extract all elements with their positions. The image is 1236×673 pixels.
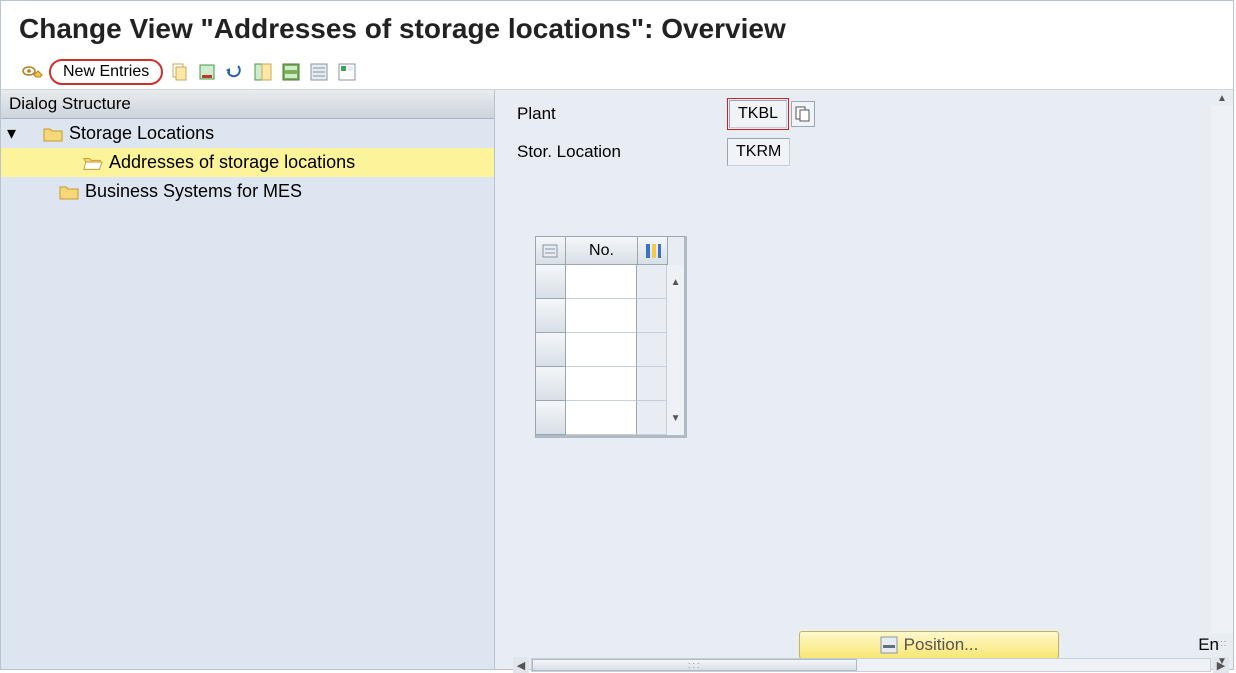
cell-no[interactable] (566, 333, 637, 367)
table-row: ▲ (536, 265, 684, 299)
v-scroll-track[interactable] (1211, 106, 1233, 633)
table-row (536, 367, 684, 401)
toggle-display-change-icon[interactable] (21, 60, 45, 84)
select-all-icon[interactable] (251, 60, 275, 84)
field-label-stor-location: Stor. Location (517, 142, 727, 162)
row-selector[interactable] (536, 333, 566, 367)
tree-node-business-systems-for-mes[interactable]: Business Systems for MES (1, 177, 494, 206)
cell-no[interactable] (566, 401, 637, 435)
dialog-structure-header: Dialog Structure (1, 90, 494, 119)
row-selector[interactable] (536, 299, 566, 333)
table-row (536, 299, 684, 333)
scroll-down-icon[interactable]: ▼ (668, 410, 684, 426)
search-help-icon[interactable] (791, 101, 815, 127)
dialog-structure-tree: ▾ Storage Locations Addresses of storage… (1, 119, 494, 669)
grid-column-no[interactable]: No. (566, 237, 638, 265)
new-entries-button[interactable]: New Entries (55, 61, 157, 83)
cell-no[interactable] (566, 367, 637, 401)
new-entries-highlight: New Entries (49, 59, 163, 85)
tree-label: Storage Locations (69, 123, 214, 144)
tree-label: Business Systems for MES (85, 181, 302, 202)
deselect-all-icon[interactable] (307, 60, 331, 84)
bottom-toolbar: Position... En (513, 631, 1229, 659)
page-title: Change View "Addresses of storage locati… (1, 1, 1233, 55)
h-scroll-track[interactable]: ::: (531, 658, 1211, 672)
field-row-plant: Plant TKBL (517, 98, 1233, 130)
position-label: Position... (904, 635, 979, 655)
dialog-structure-panel: Dialog Structure ▾ Storage Locations Add… (1, 90, 495, 669)
scroll-left-icon[interactable]: ◀ (513, 657, 529, 673)
tree-node-addresses-of-storage-locations[interactable]: Addresses of storage locations (1, 148, 494, 177)
copy-as-icon[interactable] (167, 60, 191, 84)
grid-select-all-header[interactable] (536, 237, 566, 265)
tree-node-storage-locations[interactable]: ▾ Storage Locations (1, 119, 494, 148)
plant-value-highlight: TKBL (727, 98, 789, 130)
folder-icon (43, 126, 63, 142)
field-row-stor-location: Stor. Location TKRM (517, 138, 1233, 166)
row-selector[interactable] (536, 367, 566, 401)
stor-location-input[interactable]: TKRM (727, 138, 790, 166)
v-scroll-grip[interactable]: ::: (1211, 633, 1233, 653)
cell-no[interactable] (566, 299, 637, 333)
application-toolbar: New Entries (1, 55, 1233, 90)
configuration-icon[interactable] (335, 60, 359, 84)
h-scroll-thumb[interactable]: ::: (532, 659, 857, 671)
position-button[interactable]: Position... (799, 631, 1059, 659)
table-row: ▼ (536, 401, 684, 435)
folder-icon (59, 184, 79, 200)
folder-open-icon (83, 155, 103, 171)
tree-label: Addresses of storage locations (109, 152, 355, 173)
address-grid: No. ▲ (535, 236, 687, 438)
detail-panel: Plant TKBL Stor. Location TKRM (495, 90, 1233, 669)
v-scroll-up-icon[interactable]: ▲ (1211, 90, 1233, 106)
field-label-plant: Plant (517, 104, 727, 124)
table-row (536, 333, 684, 367)
v-scroll-down-icon[interactable]: ▼ (1211, 653, 1233, 669)
delete-icon[interactable] (195, 60, 219, 84)
row-selector[interactable] (536, 265, 566, 299)
vertical-scrollbar[interactable]: ▲ ::: ▼ (1211, 90, 1233, 669)
grid-config-icon[interactable] (638, 237, 668, 265)
cell-no[interactable] (566, 265, 637, 299)
select-block-icon[interactable] (279, 60, 303, 84)
scroll-up-icon[interactable]: ▲ (668, 274, 684, 290)
plant-input[interactable]: TKBL (729, 100, 787, 128)
horizontal-scrollbar[interactable]: ◀ ::: ▶ (513, 657, 1229, 673)
expand-collapse-icon[interactable]: ▾ (7, 123, 21, 144)
undo-change-icon[interactable] (223, 60, 247, 84)
row-selector[interactable] (536, 401, 566, 435)
position-icon (880, 636, 898, 654)
